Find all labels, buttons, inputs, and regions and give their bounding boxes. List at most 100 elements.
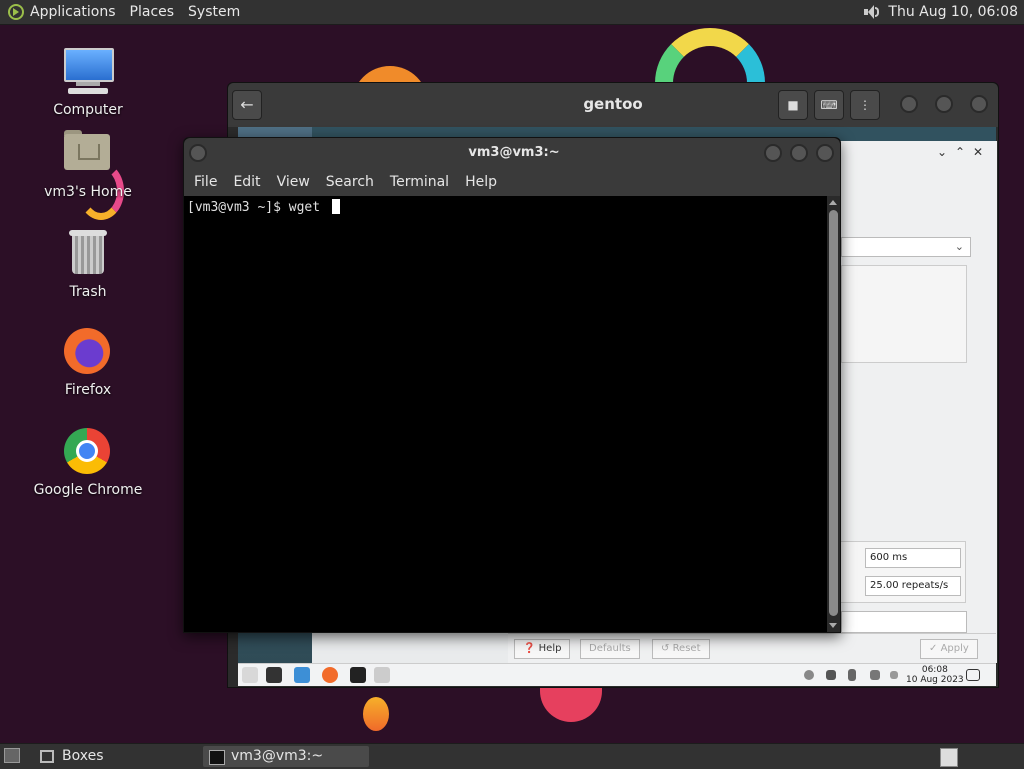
reset-label: Reset bbox=[672, 643, 701, 654]
workspace-switcher-icon[interactable] bbox=[940, 748, 958, 767]
guest-volume-icon[interactable] bbox=[826, 670, 836, 680]
desktop-icon-chrome[interactable]: Google Chrome bbox=[33, 426, 143, 498]
terminal-window: vm3@vm3:~ File Edit View Search Terminal… bbox=[183, 137, 841, 633]
guest-network-icon[interactable] bbox=[870, 670, 880, 680]
taskbar-item-label: Boxes bbox=[62, 748, 104, 764]
scrollbar-thumb[interactable] bbox=[829, 210, 838, 616]
terminal-close-button[interactable] bbox=[816, 144, 834, 162]
apply-label: Apply bbox=[940, 643, 969, 654]
taskbar-item-terminal[interactable]: vm3@vm3:~ bbox=[203, 746, 369, 767]
guest-clock[interactable]: 06:08 10 Aug 2023 bbox=[906, 665, 964, 685]
desktop-icon-computer[interactable]: Computer bbox=[33, 46, 143, 118]
guest-defaults-button[interactable]: Defaults bbox=[580, 639, 640, 659]
guest-test-field[interactable] bbox=[841, 611, 967, 633]
guest-user-icon[interactable] bbox=[804, 670, 814, 680]
terminal-prompt-text: [vm3@vm3 ~]$ wget bbox=[187, 200, 328, 215]
minimize-button[interactable] bbox=[900, 95, 918, 113]
help-label: Help bbox=[538, 643, 562, 654]
menu-search[interactable]: Search bbox=[326, 174, 374, 190]
terminal-cursor bbox=[331, 199, 340, 214]
menu-edit[interactable]: Edit bbox=[233, 174, 260, 190]
stop-button[interactable]: ■ bbox=[778, 90, 808, 120]
guest-settings-dialog: ⌄ ⌃ ✕ ⌄ 600 ms 25.00 repeats/s bbox=[840, 141, 997, 663]
rate-spinbox[interactable]: 25.00 repeats/s bbox=[865, 576, 961, 596]
guest-combo-box[interactable]: ⌄ bbox=[841, 237, 971, 257]
menu-help[interactable]: Help bbox=[465, 174, 497, 190]
guest-show-desktop-icon[interactable] bbox=[966, 669, 980, 681]
vertical-dots-icon: ⋮ bbox=[859, 98, 871, 112]
show-desktop-icon[interactable] bbox=[4, 748, 20, 763]
guest-reset-button[interactable]: ↺ Reset bbox=[652, 639, 710, 659]
back-arrow-icon: ← bbox=[240, 95, 254, 114]
guest-usb-icon[interactable] bbox=[848, 669, 856, 681]
scroll-up-icon[interactable] bbox=[829, 200, 837, 205]
volume-icon[interactable] bbox=[862, 4, 880, 20]
guest-clock-date: 10 Aug 2023 bbox=[906, 675, 964, 685]
terminal-menubar: File Edit View Search Terminal Help bbox=[184, 168, 840, 196]
guest-panel-box bbox=[841, 265, 967, 363]
chrome-icon bbox=[62, 426, 114, 478]
desktop-icon-label: Computer bbox=[53, 102, 123, 118]
menu-file[interactable]: File bbox=[194, 174, 217, 190]
boxes-app-icon bbox=[40, 750, 54, 763]
wallpaper-egg-shape bbox=[363, 697, 389, 731]
guest-launcher-icon[interactable] bbox=[242, 667, 258, 683]
trash-icon bbox=[62, 228, 114, 280]
applications-menu[interactable]: Applications bbox=[30, 4, 116, 20]
guest-repeat-group: 600 ms 25.00 repeats/s bbox=[841, 541, 966, 603]
guest-terminal-icon[interactable] bbox=[350, 667, 366, 683]
back-button[interactable]: ← bbox=[232, 90, 262, 120]
chevron-down-icon[interactable]: ⌄ bbox=[937, 145, 947, 159]
terminal-minimize-button[interactable] bbox=[764, 144, 782, 162]
top-panel: Applications Places System Thu Aug 10, 0… bbox=[0, 0, 1024, 25]
close-button[interactable] bbox=[970, 95, 988, 113]
keyboard-icon: ⌨ bbox=[820, 98, 838, 112]
system-menu[interactable]: System bbox=[188, 4, 240, 20]
chevron-up-icon[interactable]: ⌃ bbox=[955, 145, 965, 159]
guest-tray-arrow-icon[interactable] bbox=[890, 671, 898, 679]
guest-settings-icon[interactable] bbox=[266, 667, 282, 683]
taskbar-item-boxes[interactable]: Boxes bbox=[36, 746, 104, 767]
defaults-label: Defaults bbox=[589, 643, 631, 654]
guest-launcher2-icon[interactable] bbox=[374, 667, 390, 683]
desktop-icon-firefox[interactable]: Firefox bbox=[33, 326, 143, 398]
panel-clock[interactable]: Thu Aug 10, 06:08 bbox=[888, 4, 1018, 20]
terminal-scrollbar[interactable] bbox=[827, 196, 840, 632]
terminal-title-bar[interactable]: vm3@vm3:~ bbox=[184, 138, 840, 168]
guest-folder-icon[interactable] bbox=[294, 667, 310, 683]
taskbar-item-label: vm3@vm3:~ bbox=[231, 748, 324, 764]
guest-dialog-footer: ❓ Help Defaults ↺ Reset ✓ Apply bbox=[508, 633, 996, 664]
places-menu[interactable]: Places bbox=[130, 4, 175, 20]
terminal-app-icon bbox=[209, 750, 225, 765]
delay-spinbox[interactable]: 600 ms bbox=[865, 548, 961, 568]
guest-help-button[interactable]: ❓ Help bbox=[514, 639, 571, 659]
guest-firefox-icon[interactable] bbox=[322, 667, 338, 683]
desktop-icon-label: Google Chrome bbox=[33, 482, 143, 498]
keys-button[interactable]: ⌨ bbox=[814, 90, 844, 120]
guest-taskbar: 06:08 10 Aug 2023 bbox=[238, 663, 996, 686]
desktop-icon-label: Trash bbox=[69, 284, 107, 300]
desktop-icon-label: vm3's Home bbox=[44, 184, 132, 200]
menu-terminal[interactable]: Terminal bbox=[390, 174, 449, 190]
terminal-maximize-button[interactable] bbox=[790, 144, 808, 162]
boxes-window-title: gentoo bbox=[583, 95, 643, 113]
guest-apply-button[interactable]: ✓ Apply bbox=[920, 639, 978, 659]
scroll-down-icon[interactable] bbox=[829, 623, 837, 628]
desktop-icon-trash[interactable]: Trash bbox=[33, 228, 143, 300]
desktop-icon-home[interactable]: vm3's Home bbox=[33, 128, 143, 200]
dialog-close-icon[interactable]: ✕ bbox=[973, 145, 983, 159]
maximize-button[interactable] bbox=[935, 95, 953, 113]
terminal-title: vm3@vm3:~ bbox=[468, 145, 560, 160]
menu-button[interactable]: ⋮ bbox=[850, 90, 880, 120]
terminal-body[interactable]: [vm3@vm3 ~]$ wget bbox=[184, 196, 826, 632]
home-folder-icon bbox=[62, 128, 114, 180]
gnome-foot-icon[interactable] bbox=[8, 4, 24, 20]
desktop-icon-label: Firefox bbox=[64, 382, 112, 398]
firefox-icon bbox=[62, 326, 114, 378]
menu-view[interactable]: View bbox=[277, 174, 310, 190]
boxes-header-bar[interactable]: ← gentoo ■ ⌨ ⋮ bbox=[228, 83, 998, 127]
computer-icon bbox=[62, 46, 114, 98]
bottom-panel: Boxes vm3@vm3:~ bbox=[0, 743, 1024, 769]
terminal-window-menu-button[interactable] bbox=[189, 144, 207, 162]
stop-icon: ■ bbox=[787, 98, 799, 112]
